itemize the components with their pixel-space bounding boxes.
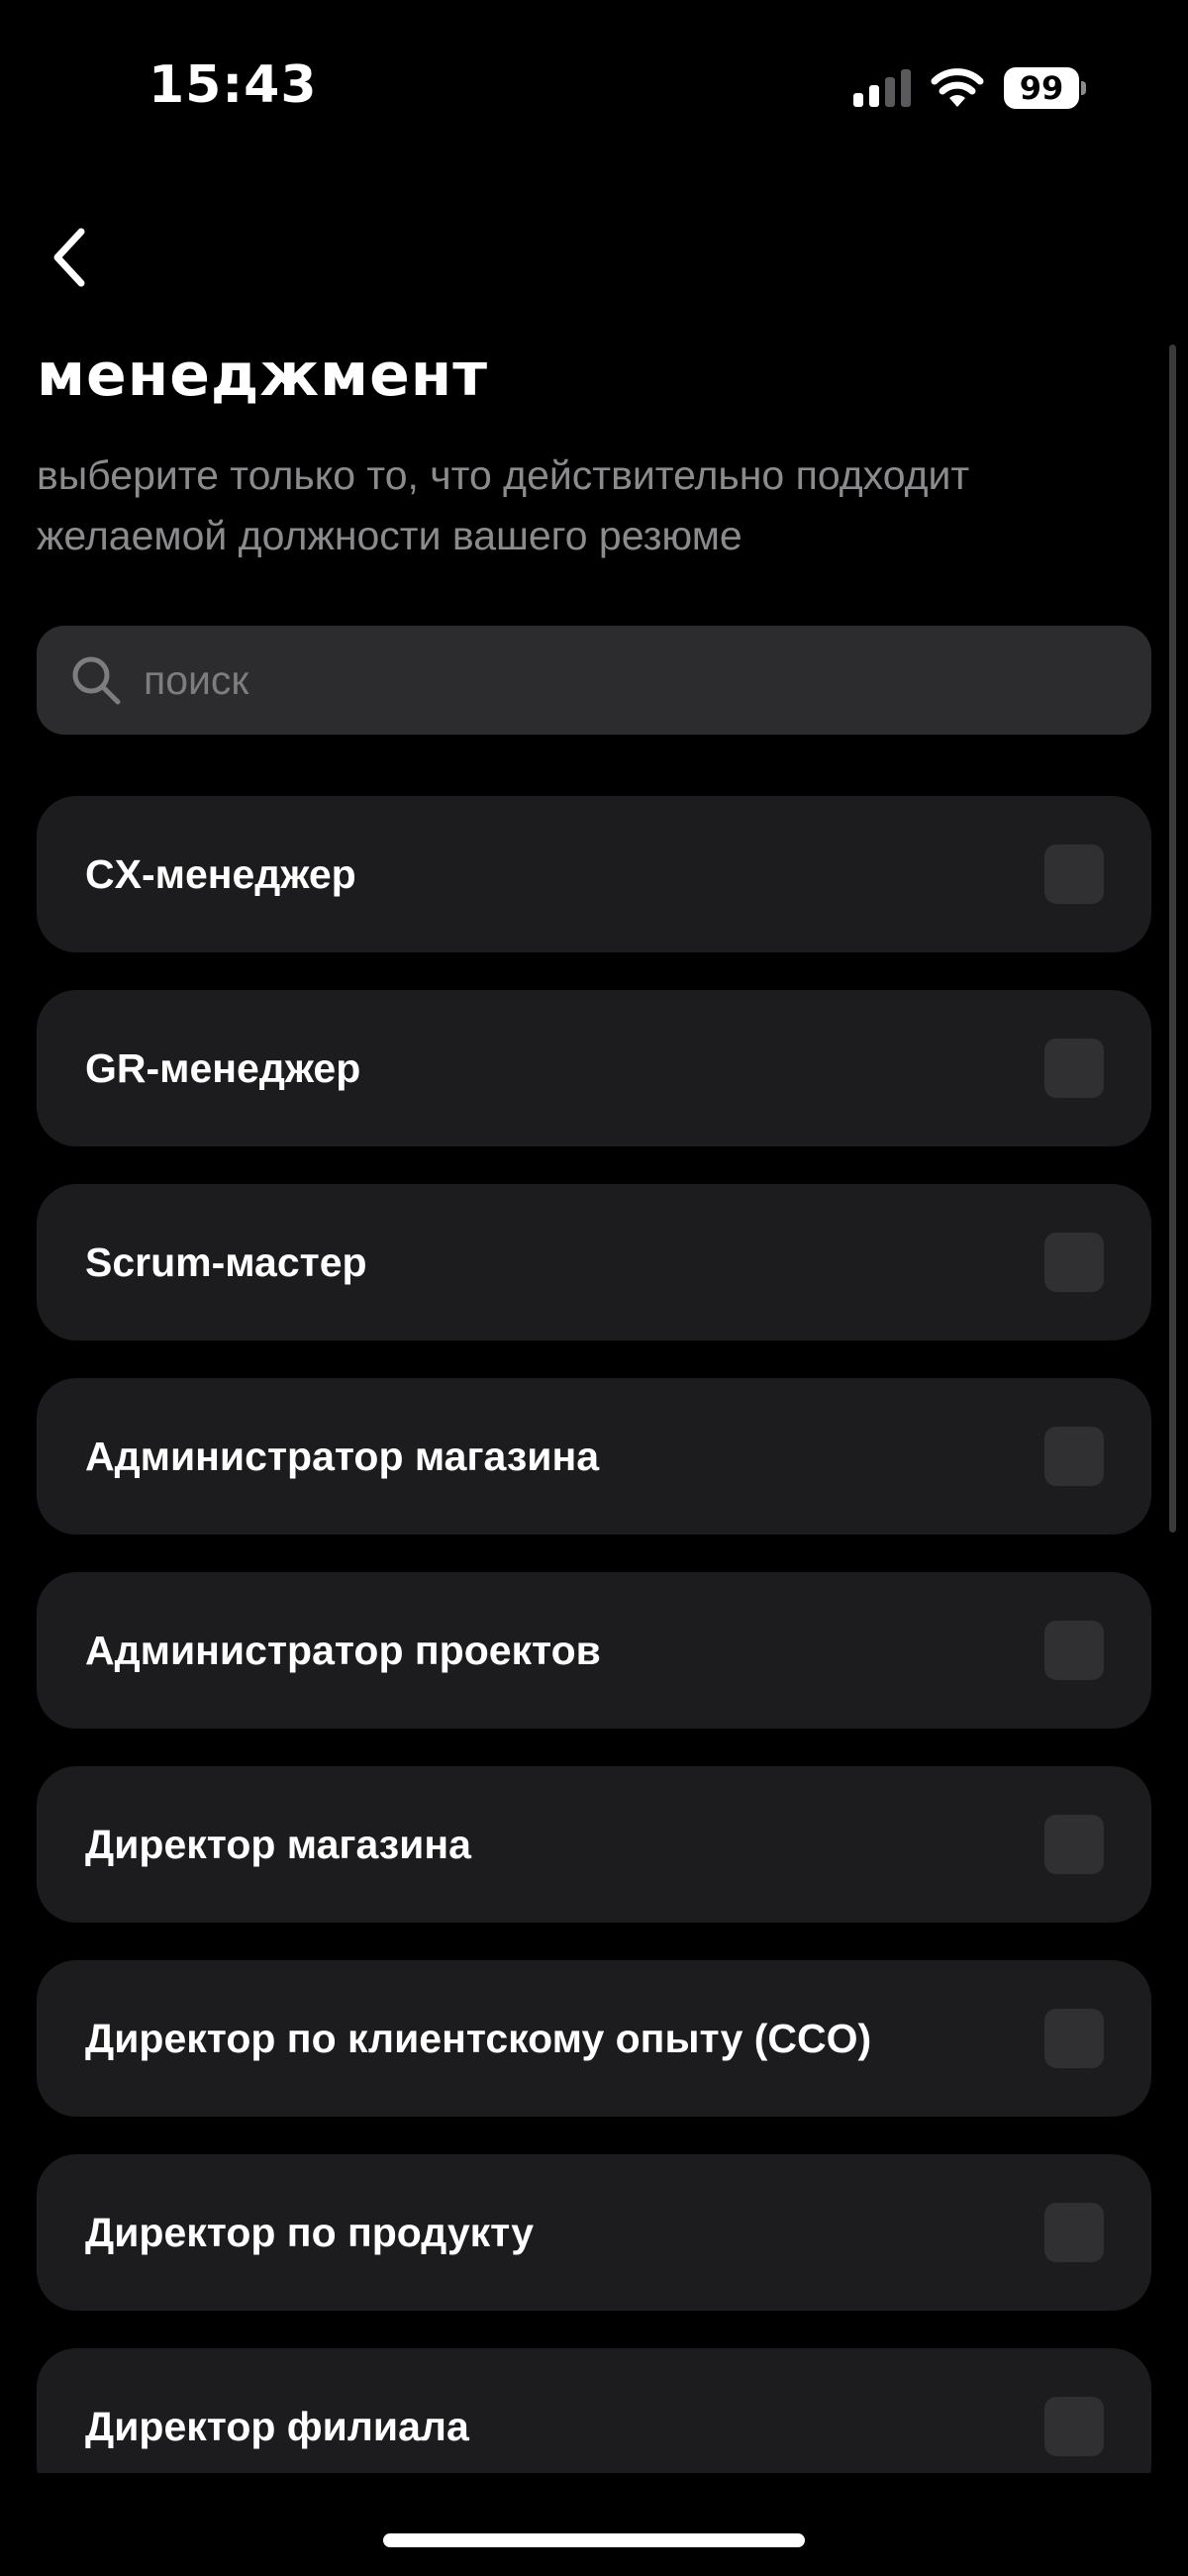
list-item[interactable]: Администратор магазина bbox=[37, 1378, 1151, 1535]
list-item-label: Директор магазина bbox=[85, 1821, 471, 1867]
checkbox[interactable] bbox=[1044, 1815, 1104, 1874]
list-item-label: Администратор проектов bbox=[85, 1627, 601, 1673]
wifi-icon bbox=[931, 68, 984, 107]
scrollbar[interactable] bbox=[1169, 345, 1176, 1533]
search-icon bbox=[72, 656, 121, 705]
list-item[interactable]: Директор магазина bbox=[37, 1766, 1151, 1923]
list-item[interactable]: Директор по продукту bbox=[37, 2154, 1151, 2311]
list-item-label: Директор филиала bbox=[85, 2403, 469, 2449]
page-subtitle: выберите только то, что действительно по… bbox=[37, 452, 970, 558]
list-item-label: Администратор магазина bbox=[85, 1433, 600, 1479]
checkbox[interactable] bbox=[1044, 1233, 1104, 1292]
list-item[interactable]: Директор филиала bbox=[37, 2348, 1151, 2473]
search-input[interactable] bbox=[144, 656, 1074, 704]
checkbox[interactable] bbox=[1044, 844, 1104, 904]
checkbox[interactable] bbox=[1044, 2203, 1104, 2262]
profession-list[interactable]: CX-менеджер GR-менеджер Scrum-мастер Адм… bbox=[0, 796, 1188, 2473]
status-bar: 15:43 99 bbox=[0, 0, 1188, 178]
list-item[interactable]: Директор по клиентскому опыту (CCO) bbox=[37, 1960, 1151, 2117]
chevron-left-icon bbox=[53, 228, 85, 287]
list-item[interactable]: Администратор проектов bbox=[37, 1572, 1151, 1729]
page-title: менеджмент bbox=[37, 341, 489, 410]
status-time: 15:43 bbox=[148, 55, 318, 115]
checkbox[interactable] bbox=[1044, 1427, 1104, 1486]
list-item-label: Директор по продукту bbox=[85, 2209, 535, 2255]
list-item[interactable]: GR-менеджер bbox=[37, 990, 1151, 1146]
list-item-label: CX-менеджер bbox=[85, 850, 356, 897]
checkbox[interactable] bbox=[1044, 2397, 1104, 2456]
battery-level: 99 bbox=[1019, 69, 1064, 107]
list-item[interactable]: CX-менеджер bbox=[37, 796, 1151, 952]
checkbox[interactable] bbox=[1044, 1039, 1104, 1098]
home-indicator[interactable] bbox=[383, 2533, 805, 2547]
list-item-label: Директор по клиентскому опыту (CCO) bbox=[85, 2015, 872, 2061]
list-item-label: Scrum-мастер bbox=[85, 1238, 367, 1285]
checkbox[interactable] bbox=[1044, 1621, 1104, 1680]
search-bar[interactable] bbox=[37, 626, 1151, 735]
list-item[interactable]: Scrum-мастер bbox=[37, 1184, 1151, 1340]
checkbox[interactable] bbox=[1044, 2009, 1104, 2068]
back-button[interactable] bbox=[30, 218, 109, 297]
battery-icon: 99 bbox=[1004, 67, 1086, 109]
list-item-label: GR-менеджер bbox=[85, 1044, 361, 1091]
signal-icon bbox=[853, 69, 911, 107]
